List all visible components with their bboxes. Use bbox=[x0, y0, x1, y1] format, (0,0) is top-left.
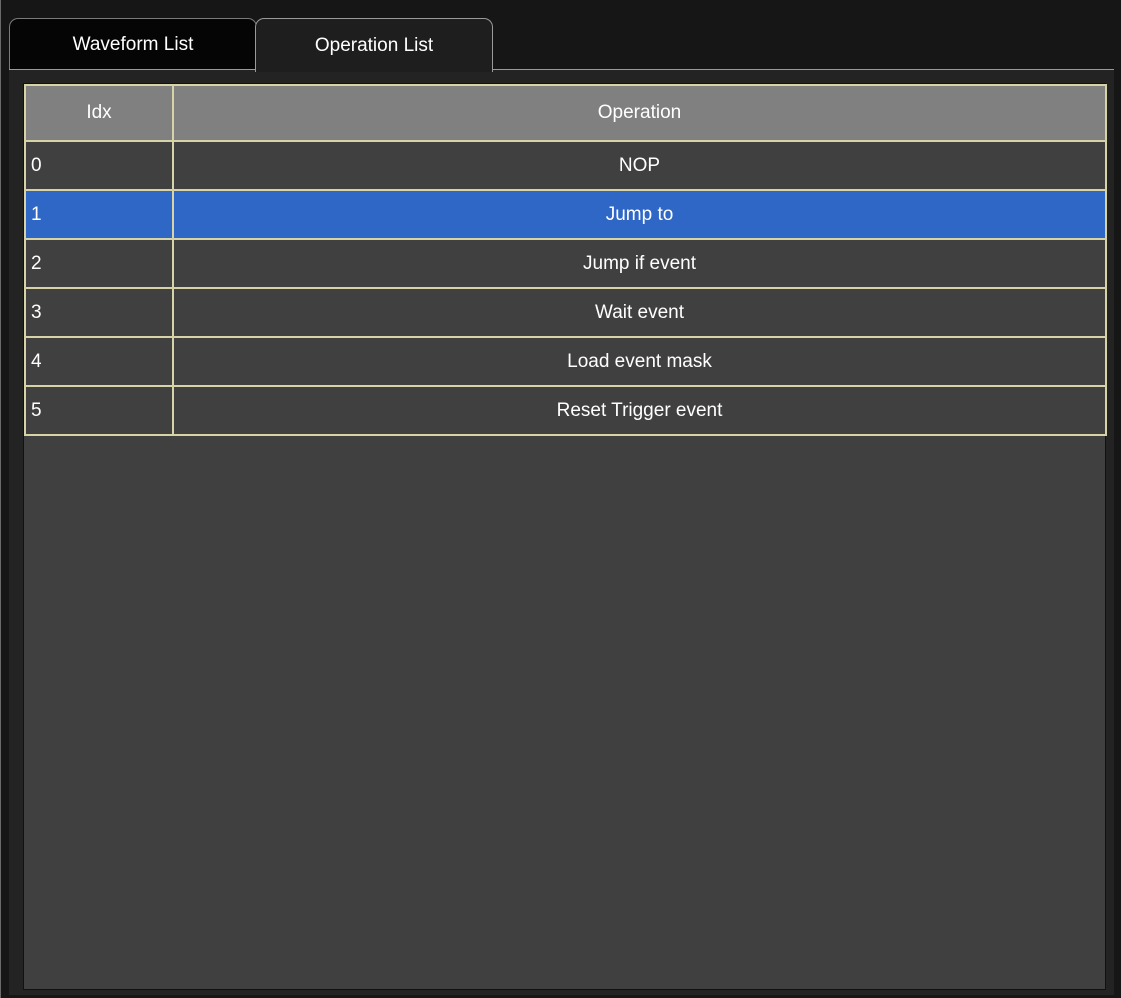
operation-list-panel: Idx Operation 0 NOP 1 Jump to 2 Jump if … bbox=[9, 69, 1114, 995]
row-idx-cell: 3 bbox=[24, 287, 174, 338]
table-row[interactable]: 5 Reset Trigger event bbox=[24, 385, 1107, 436]
table-row[interactable]: 4 Load event mask bbox=[24, 336, 1107, 387]
column-header-operation[interactable]: Operation bbox=[172, 84, 1107, 142]
sequence-editor-window: Waveform List Operation List Idx Operati… bbox=[0, 0, 1121, 998]
operation-list-grid: Idx Operation 0 NOP 1 Jump to 2 Jump if … bbox=[23, 83, 1107, 990]
tab-waveform-list[interactable]: Waveform List bbox=[9, 18, 257, 70]
table-row[interactable]: 3 Wait event bbox=[24, 287, 1107, 338]
table-header-row: Idx Operation bbox=[24, 84, 1107, 142]
row-operation-cell: Reset Trigger event bbox=[172, 385, 1107, 436]
row-operation-cell: Jump to bbox=[172, 189, 1107, 240]
row-operation-cell: NOP bbox=[172, 140, 1107, 191]
row-idx-cell: 5 bbox=[24, 385, 174, 436]
tab-operation-list[interactable]: Operation List bbox=[255, 18, 493, 72]
column-header-idx[interactable]: Idx bbox=[24, 84, 174, 142]
table-row[interactable]: 2 Jump if event bbox=[24, 238, 1107, 289]
row-idx-cell: 4 bbox=[24, 336, 174, 387]
row-idx-cell: 2 bbox=[24, 238, 174, 289]
row-idx-cell: 1 bbox=[24, 189, 174, 240]
row-idx-cell: 0 bbox=[24, 140, 174, 191]
table-row[interactable]: 0 NOP bbox=[24, 140, 1107, 191]
row-operation-cell: Wait event bbox=[172, 287, 1107, 338]
operation-table: Idx Operation 0 NOP 1 Jump to 2 Jump if … bbox=[24, 84, 1107, 436]
table-row[interactable]: 1 Jump to bbox=[24, 189, 1107, 240]
row-operation-cell: Load event mask bbox=[172, 336, 1107, 387]
row-operation-cell: Jump if event bbox=[172, 238, 1107, 289]
